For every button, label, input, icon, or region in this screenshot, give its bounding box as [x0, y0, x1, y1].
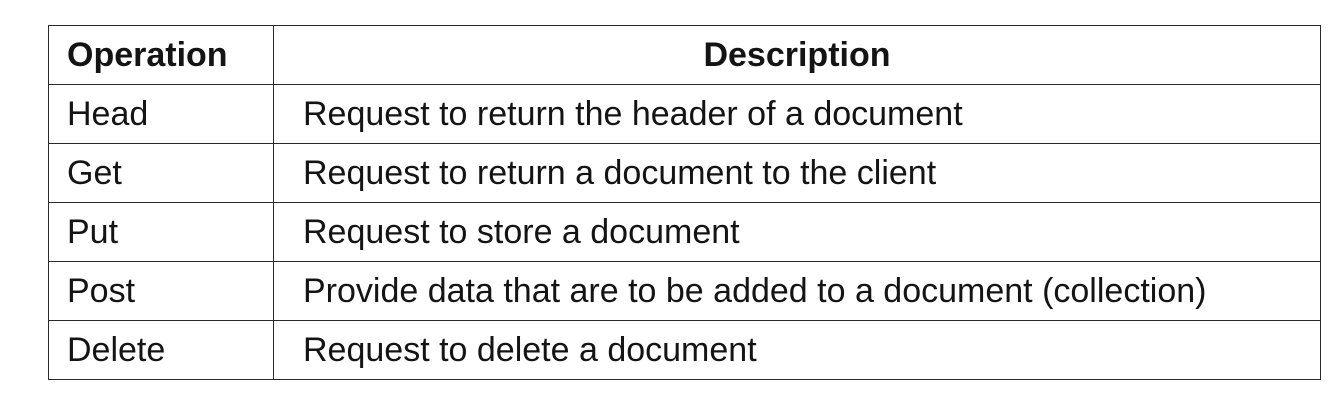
description-cell: Provide data that are to be added to a d… — [273, 261, 1321, 321]
operation-cell: Put — [48, 202, 274, 262]
operation-cell: Head — [48, 84, 274, 144]
description-cell: Request to delete a document — [273, 320, 1321, 380]
table-row-head: Head Request to return the header of a d… — [48, 84, 1321, 144]
description-cell: Request to return a document to the clie… — [273, 143, 1321, 203]
table-row-post: Post Provide data that are to be added t… — [48, 261, 1321, 321]
description-cell: Request to store a document — [273, 202, 1321, 262]
table-row-delete: Delete Request to delete a document — [48, 320, 1321, 380]
header-row: Operation Description — [48, 25, 1321, 85]
operation-cell: Post — [48, 261, 274, 321]
description-cell: Request to return the header of a docume… — [273, 84, 1321, 144]
operation-cell: Delete — [48, 320, 274, 380]
table-row-get: Get Request to return a document to the … — [48, 143, 1321, 203]
operation-column-header: Operation — [48, 25, 274, 85]
operations-table: Operation Description Head Request to re… — [48, 25, 1321, 380]
operation-cell: Get — [48, 143, 274, 203]
table-header: Operation Description — [48, 25, 1321, 85]
table-body: Head Request to return the header of a d… — [48, 84, 1321, 380]
description-column-header: Description — [273, 25, 1321, 85]
table-row-put: Put Request to store a document — [48, 202, 1321, 262]
